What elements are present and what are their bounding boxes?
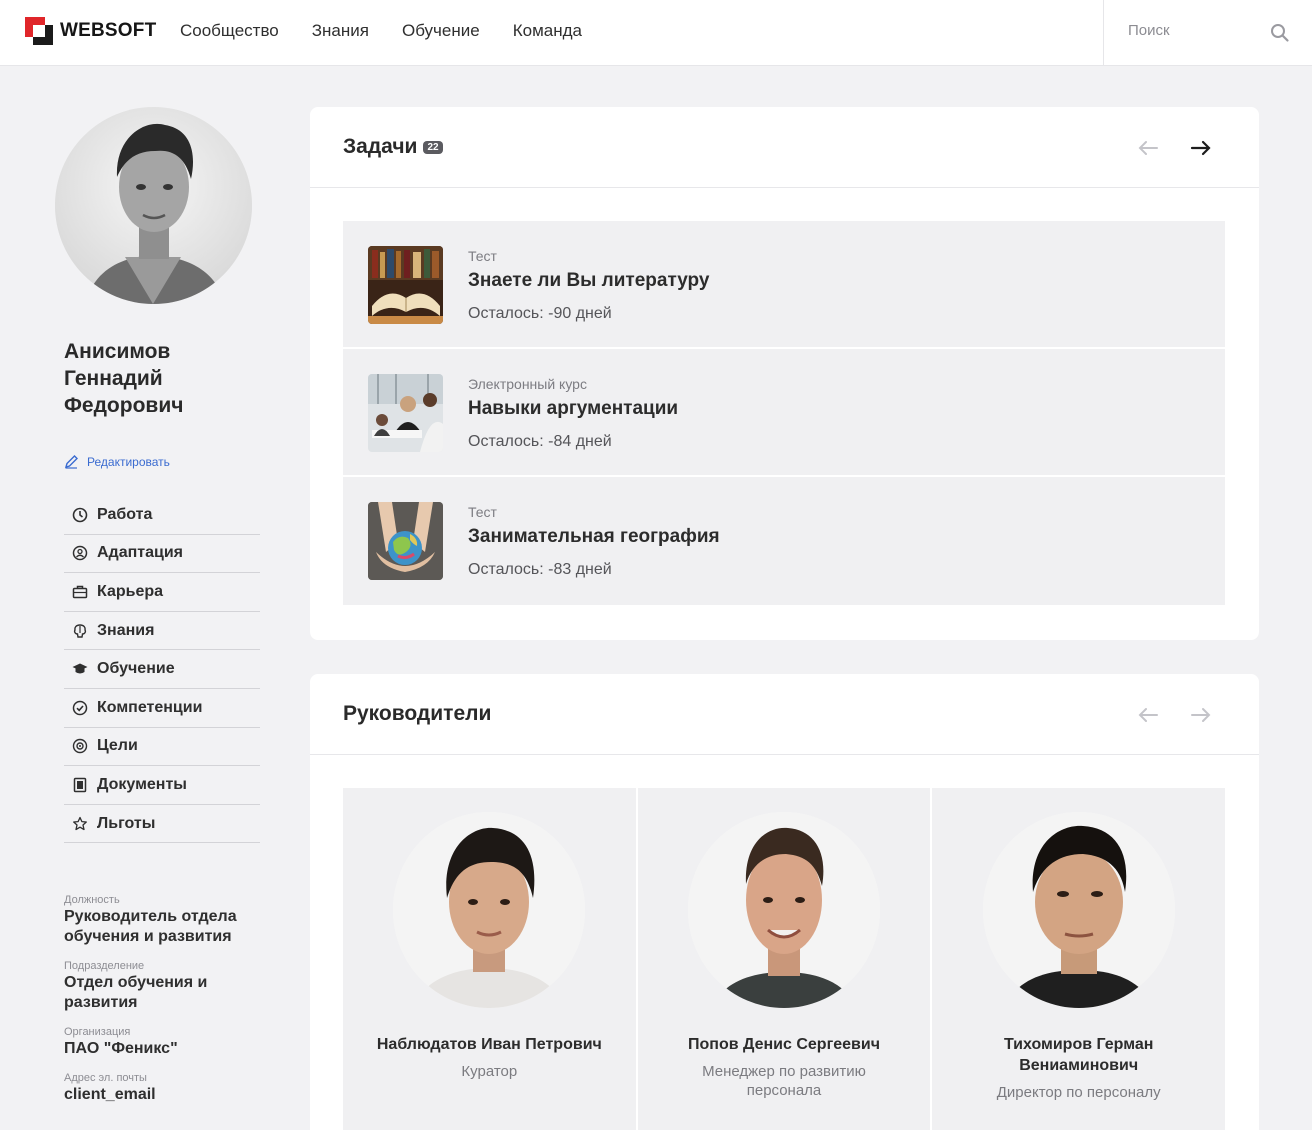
leader-name: Попов Денис Сергеевич — [688, 1036, 880, 1053]
menu-item-competencies[interactable]: Компетенции — [64, 689, 260, 728]
arrow-left-icon[interactable] — [1136, 704, 1160, 726]
leader-name: Тихомиров Герман Вениаминович — [1003, 1036, 1154, 1074]
menu-item-knowledge[interactable]: Знания — [64, 612, 260, 651]
leaders-card: Руководители Наблюдатов Иван Петрович Ку… — [310, 674, 1259, 1130]
profile-name: Анисимов Геннадий Федорович — [64, 340, 184, 417]
menu-item-benefits[interactable]: Льготы — [64, 805, 260, 844]
task-remaining: Осталось: -83 дней — [468, 561, 612, 578]
task-item[interactable]: Тест Занимательная география Осталось: -… — [343, 477, 1225, 605]
profile-info: Должность Руководитель отдела обучения и… — [64, 894, 274, 1118]
clock-icon — [72, 507, 88, 523]
leader-card[interactable]: Тихомиров Герман Вениаминович Директор п… — [932, 788, 1226, 1130]
tasks-card: Задачи 22 Тест Знаете ли Вы литературу О… — [310, 107, 1259, 640]
nav-item-learning[interactable]: Обучение — [402, 21, 480, 41]
edit-profile-label: Редактировать — [87, 454, 170, 469]
task-remaining: Осталось: -84 дней — [468, 433, 612, 450]
menu-item-label: Адаптация — [97, 544, 184, 562]
tasks-title-text: Задачи — [343, 135, 418, 158]
info-value: Руководитель отдела обучения и развития — [64, 908, 237, 945]
pencil-icon — [64, 455, 78, 469]
task-remaining: Осталось: -90 дней — [468, 305, 612, 322]
menu-item-label: Компетенции — [97, 698, 203, 716]
top-navigation-bar: WEBSOFT Сообщество Знания Обучение Коман… — [0, 0, 1312, 66]
task-name: Навыки аргументации — [468, 398, 679, 419]
menu-item-goals[interactable]: Цели — [64, 728, 260, 767]
info-label: Подразделение — [64, 960, 145, 972]
task-list: Тест Знаете ли Вы литературу Осталось: -… — [343, 221, 1225, 605]
profile-menu: Работа Адаптация Карьера Знания Обучение… — [64, 496, 260, 844]
nav-item-community[interactable]: Сообщество — [180, 21, 279, 41]
leaders-list: Наблюдатов Иван Петрович Куратор Попов Д… — [343, 788, 1226, 1130]
task-name: Знаете ли Вы литературу — [468, 270, 710, 291]
menu-item-adaptation[interactable]: Адаптация — [64, 535, 260, 574]
menu-item-label: Цели — [97, 737, 138, 755]
info-organization: Организация ПАО "Феникс" — [64, 1026, 274, 1059]
leader-role: Менеджер по развитию персонала — [702, 1063, 866, 1099]
leaders-title: Руководители — [343, 702, 492, 725]
search-icon[interactable] — [1270, 23, 1290, 43]
leaders-card-header: Руководители — [310, 674, 1259, 755]
info-department: Подразделение Отдел обучения и развития — [64, 960, 274, 1013]
menu-item-label: Обучение — [97, 660, 175, 678]
info-position: Должность Руководитель отдела обучения и… — [64, 894, 274, 947]
leader-role: Куратор — [461, 1063, 518, 1080]
menu-item-label: Знания — [97, 621, 155, 639]
check-circle-icon — [72, 700, 88, 716]
info-label: Организация — [64, 1026, 131, 1038]
info-value: client_email — [64, 1086, 156, 1103]
task-type: Электронный курс — [468, 376, 587, 392]
search-input[interactable] — [1128, 22, 1258, 39]
main-nav: Сообщество Знания Обучение Команда — [180, 21, 615, 41]
info-label: Должность — [64, 894, 120, 906]
menu-item-documents[interactable]: Документы — [64, 766, 260, 805]
menu-item-label: Работа — [97, 505, 153, 523]
task-thumbnail-books — [368, 246, 443, 324]
menu-item-label: Льготы — [97, 814, 156, 832]
websoft-logo[interactable]: WEBSOFT — [25, 16, 156, 46]
document-icon — [73, 777, 87, 793]
target-icon — [72, 739, 88, 754]
tasks-count-badge: 22 — [423, 141, 443, 154]
menu-item-label: Карьера — [97, 582, 164, 600]
adaptation-icon — [72, 546, 88, 561]
menu-item-learning[interactable]: Обучение — [64, 650, 260, 689]
info-email: Адрес эл. почты client_email — [64, 1072, 274, 1105]
leader-name: Наблюдатов Иван Петрович — [376, 1036, 602, 1053]
tasks-card-header: Задачи 22 — [310, 107, 1259, 188]
task-thumbnail-globe — [368, 502, 443, 580]
menu-item-career[interactable]: Карьера — [64, 573, 260, 612]
profile-avatar — [55, 107, 252, 304]
arrow-left-icon[interactable] — [1136, 137, 1160, 159]
leader-avatar — [982, 812, 1175, 1008]
graduation-cap-icon — [72, 663, 88, 674]
task-name: Занимательная география — [468, 526, 720, 547]
task-thumbnail-meeting — [368, 374, 443, 452]
menu-item-work[interactable]: Работа — [64, 496, 260, 535]
nav-item-team[interactable]: Команда — [513, 21, 582, 41]
leader-role: Директор по персоналу — [996, 1084, 1161, 1101]
leader-card[interactable]: Наблюдатов Иван Петрович Куратор — [343, 788, 636, 1130]
info-value: Отдел обучения и развития — [64, 974, 208, 1011]
task-type: Тест — [468, 248, 497, 264]
info-label: Адрес эл. почты — [64, 1072, 147, 1084]
edit-profile-link[interactable]: Редактировать — [64, 454, 170, 469]
leader-avatar — [393, 812, 586, 1008]
brain-icon — [73, 623, 87, 638]
menu-item-label: Документы — [97, 775, 187, 793]
task-item[interactable]: Тест Знаете ли Вы литературу Осталось: -… — [343, 221, 1225, 349]
arrow-right-icon[interactable] — [1189, 704, 1213, 726]
tasks-title: Задачи 22 — [343, 135, 443, 159]
task-item[interactable]: Электронный курс Навыки аргументации Ост… — [343, 349, 1225, 477]
briefcase-icon — [72, 585, 88, 599]
logo-text: WEBSOFT — [60, 20, 157, 41]
star-icon — [73, 816, 87, 830]
info-value: ПАО "Феникс" — [64, 1040, 178, 1057]
task-type: Тест — [468, 504, 497, 520]
leader-avatar — [688, 812, 880, 1008]
nav-item-knowledge[interactable]: Знания — [312, 21, 369, 41]
arrow-right-icon[interactable] — [1189, 137, 1213, 159]
leader-card[interactable]: Попов Денис Сергеевич Менеджер по развит… — [637, 788, 931, 1130]
logo-mark-icon — [25, 17, 53, 45]
